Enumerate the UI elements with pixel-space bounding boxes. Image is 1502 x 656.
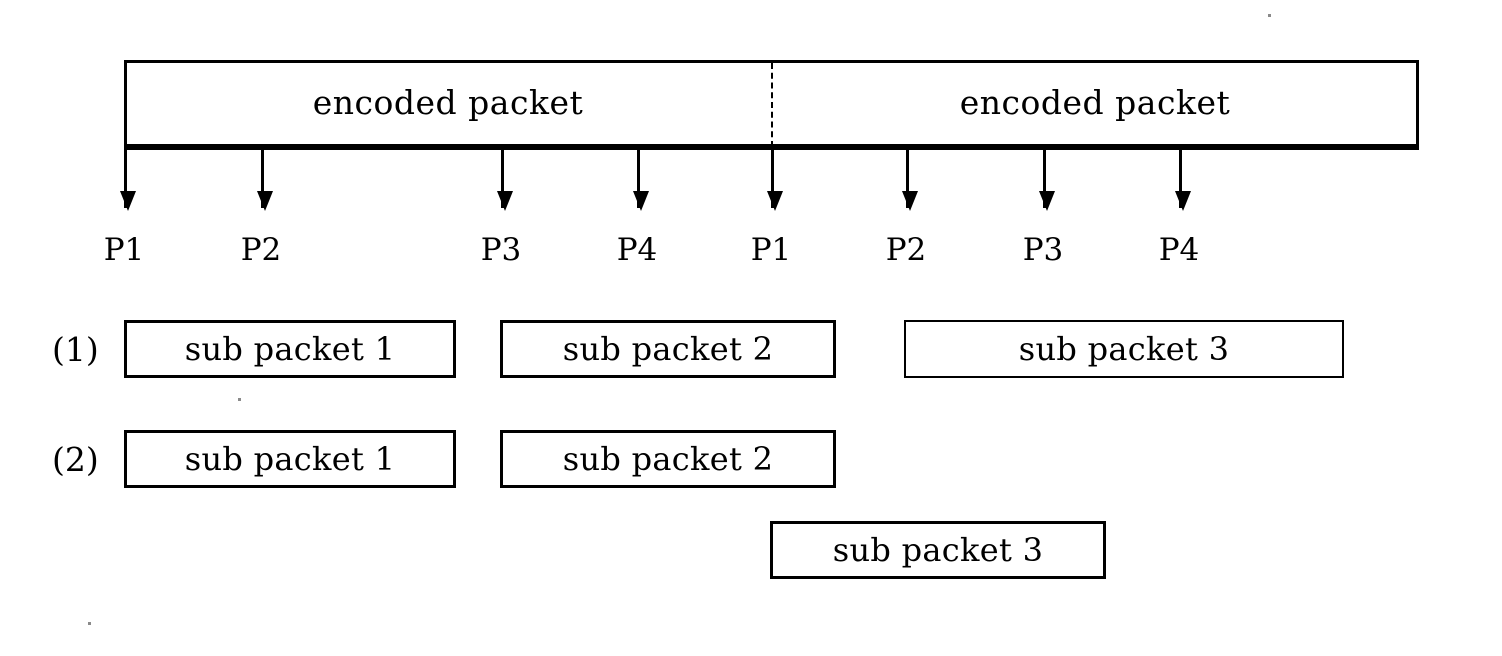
sub-packet-box: sub packet 3 bbox=[904, 320, 1344, 378]
boundary-arrow bbox=[633, 150, 649, 211]
boundary-arrow bbox=[257, 150, 273, 211]
boundary-marker-label: P4 bbox=[1158, 232, 1200, 268]
encoded-packet-label: encoded packet bbox=[312, 83, 584, 122]
boundary-arrow bbox=[767, 150, 783, 211]
boundary-marker-label: P2 bbox=[885, 232, 927, 268]
boundary-marker-label: P3 bbox=[480, 232, 522, 268]
scan-speck bbox=[1268, 14, 1271, 17]
sub-packet-box: sub packet 2 bbox=[500, 320, 836, 378]
row-index-label: (1) bbox=[52, 330, 99, 369]
sub-packet-box: sub packet 3 bbox=[770, 521, 1106, 579]
boundary-arrow bbox=[120, 150, 136, 211]
boundary-marker-label: P2 bbox=[240, 232, 282, 268]
boundary-marker-label: P4 bbox=[616, 232, 658, 268]
boundary-arrow bbox=[902, 150, 918, 211]
packet-divider-dashed-line bbox=[771, 63, 773, 147]
boundary-arrow bbox=[497, 150, 513, 211]
boundary-marker-label: P3 bbox=[1022, 232, 1064, 268]
sub-packet-box: sub packet 2 bbox=[500, 430, 836, 488]
boundary-marker-label: P1 bbox=[750, 232, 792, 268]
boundary-arrow bbox=[1039, 150, 1055, 211]
boundary-marker-label: P1 bbox=[103, 232, 145, 268]
row-index-label: (2) bbox=[52, 440, 99, 479]
patent-figure: encoded packet encoded packet P1 P2 P3 P4 P1 P… bbox=[0, 0, 1502, 656]
scan-speck bbox=[88, 622, 91, 625]
boundary-arrow bbox=[1175, 150, 1191, 211]
sub-packet-box: sub packet 1 bbox=[124, 320, 456, 378]
encoded-packet-label: encoded packet bbox=[959, 83, 1231, 122]
scan-speck bbox=[238, 398, 241, 401]
sub-packet-box: sub packet 1 bbox=[124, 430, 456, 488]
